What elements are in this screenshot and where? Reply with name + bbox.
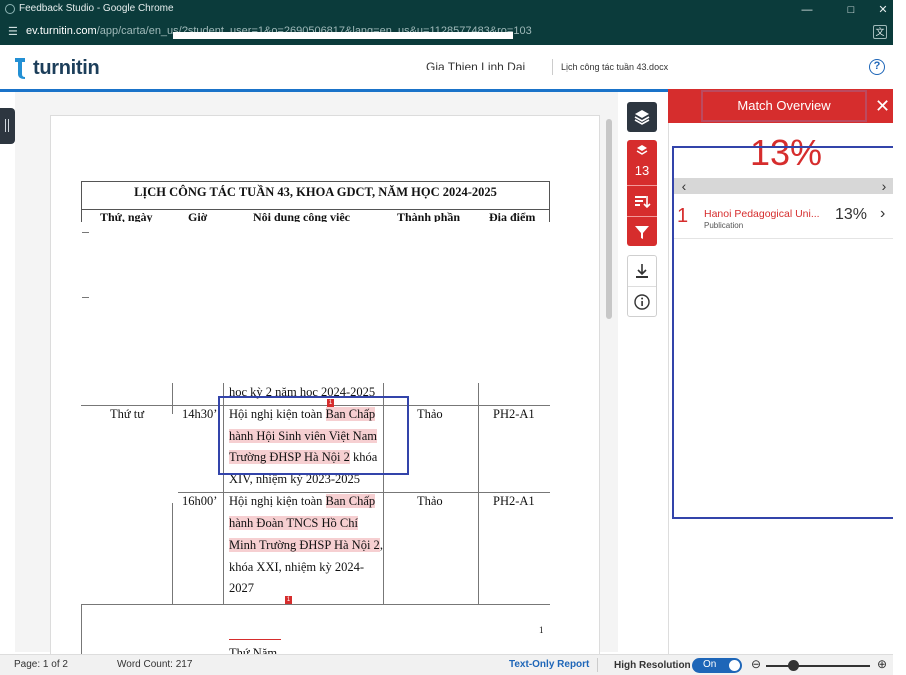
location-cell-row2: PH2-A1 [493, 494, 535, 508]
download-info-group [627, 255, 657, 317]
day-cell: Thứ tư [110, 407, 145, 421]
browser-title-bar: Feedback Studio - Google Chrome — □ ✕ [0, 0, 893, 19]
grip-icon [5, 119, 9, 132]
zoom-slider[interactable] [766, 665, 870, 667]
address-bar[interactable]: ☰ ev.turnitin.com/app/carta/en_us/?stude… [0, 19, 893, 45]
page-indicator: Page: 1 of 2 [14, 659, 68, 670]
layers-button[interactable] [627, 102, 657, 132]
location-cell-row1: PH2-A1 [493, 407, 535, 421]
next-day-cell: Thứ Năm [229, 646, 278, 654]
student-name: Gia Thien Linh Dai [426, 60, 526, 70]
url-host: ev.turnitin.com [26, 25, 97, 37]
word-count: Word Count: 217 [117, 659, 193, 670]
col-header-content: Nội dung công việc [253, 210, 351, 222]
table-row-divider [81, 604, 550, 605]
highlighted-match[interactable]: Minh Trường ĐHSP Hà Nội 2 [229, 538, 380, 552]
content-line1-row2: Hội nghị kiện toàn Ban Chấp [229, 491, 376, 513]
turnitin-logo[interactable]: turnitin [12, 55, 100, 81]
rail-divider [627, 216, 657, 217]
annotation-box [672, 146, 900, 519]
table-rule-fragment [82, 297, 89, 298]
info-icon[interactable] [628, 288, 656, 316]
window-title: Feedback Studio - Google Chrome [19, 3, 174, 14]
brand-name: turnitin [33, 56, 100, 79]
similarity-tools[interactable]: 13 [627, 140, 657, 246]
sort-icon[interactable] [627, 190, 657, 214]
window-edge [893, 0, 906, 675]
zoom-in-icon[interactable]: ⊕ [877, 657, 887, 671]
col-header-location: Địa điểm [489, 210, 536, 222]
annotation-box [218, 396, 409, 475]
schedule-table-header: Thứ, ngày Giờ Nội dung công việc Thành p… [81, 210, 550, 222]
chrome-app-icon [5, 4, 15, 14]
high-resolution-label: High Resolution [614, 660, 691, 671]
content-line3-row2: Minh Trường ĐHSP Hà Nội 2, [229, 535, 383, 557]
highlighted-match[interactable]: Ban Chấp [325, 494, 376, 508]
toggle-state: On [703, 659, 717, 670]
header-separator [552, 59, 553, 75]
time-cell-row2: 16h00’ [182, 494, 218, 508]
side-panel-handle[interactable] [0, 108, 15, 144]
participants-cell-row2: Thảo [417, 494, 443, 508]
file-name: Lịch công tác tuần 43.docx [561, 62, 669, 72]
text-only-report-link[interactable]: Text-Only Report [509, 659, 589, 670]
schedule-table-title: LỊCH CÔNG TÁC TUẦN 43, KHOA GDCT, NĂM HỌ… [81, 181, 550, 210]
url-redaction [173, 32, 513, 39]
zoom-out-icon[interactable]: ⊖ [751, 657, 761, 671]
translate-icon[interactable]: 文 [873, 25, 887, 39]
layers-icon [634, 110, 650, 125]
status-separator [597, 658, 598, 672]
high-resolution-toggle[interactable]: On [692, 658, 742, 673]
table-col-divider [478, 383, 479, 605]
plain-text: , [379, 538, 383, 552]
rail-divider [628, 286, 656, 287]
download-icon[interactable] [628, 257, 656, 285]
maximize-button[interactable]: □ [834, 0, 868, 19]
rail-divider [627, 185, 657, 186]
content-line5-row2: 2027 [229, 581, 254, 595]
turnitin-logo-icon [15, 58, 25, 79]
content-line2-row2: hành Đoàn TNCS Hồ Chí [229, 513, 358, 535]
table-col-divider [81, 604, 82, 654]
match-count: 13 [634, 163, 650, 178]
match-overview-title: Match Overview [701, 90, 867, 122]
table-rule-fragment [82, 232, 89, 233]
page-fragment: 1 [539, 625, 544, 635]
match-marker[interactable]: 1 [285, 596, 292, 604]
app-header: turnitin Gia Thien Linh Dai Lịch công tá… [0, 45, 893, 91]
match-underline [229, 639, 281, 640]
status-bar: Page: 1 of 2 Word Count: 217 Text-Only R… [0, 654, 893, 675]
col-header-participants: Thành phần [397, 210, 461, 222]
col-header-day: Thứ, ngày [100, 210, 153, 222]
highlighted-match[interactable]: hành Đoàn TNCS Hồ Chí [229, 516, 358, 530]
zoom-slider-knob[interactable] [788, 660, 799, 671]
redacted-area [81, 414, 178, 503]
filter-icon[interactable] [627, 220, 657, 244]
document-scrollbar[interactable] [606, 119, 612, 319]
minimize-button[interactable]: — [790, 0, 824, 19]
col-header-time: Giờ [188, 210, 208, 222]
panel-close-icon[interactable]: ✕ [875, 96, 890, 116]
content-line4-row2: khóa XXI, nhiệm kỳ 2024- [229, 560, 365, 574]
participants-cell-row1: Thảo [417, 407, 443, 421]
site-info-icon[interactable]: ☰ [8, 26, 20, 38]
help-icon[interactable]: ? [869, 59, 885, 75]
layers-small-icon [636, 145, 648, 155]
time-cell-row1: 14h30’ [182, 407, 218, 421]
plain-text: Hội nghị kiện toàn [229, 494, 326, 508]
toggle-knob [729, 660, 740, 671]
